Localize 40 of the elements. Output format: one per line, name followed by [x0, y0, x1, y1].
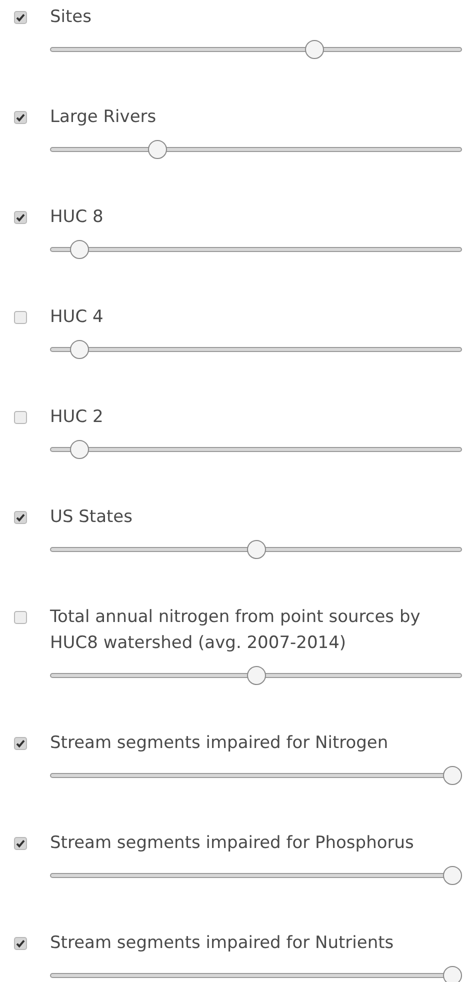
slider-thumb[interactable] — [305, 40, 324, 59]
checkbox[interactable] — [14, 311, 27, 324]
layer-label: Sites — [50, 6, 92, 29]
checkbox[interactable] — [14, 411, 27, 424]
opacity-slider[interactable] — [50, 240, 462, 260]
checkbox[interactable] — [14, 837, 27, 850]
opacity-slider[interactable] — [50, 866, 462, 886]
slider-thumb[interactable] — [246, 540, 266, 559]
opacity-slider[interactable] — [50, 666, 462, 686]
slider-thumb[interactable] — [443, 966, 462, 982]
opacity-slider[interactable] — [50, 340, 462, 360]
layer-label: Stream segments impaired for Phosphorus — [50, 832, 414, 855]
layer-label: HUC 8 — [50, 206, 104, 229]
opacity-slider[interactable] — [50, 966, 462, 982]
layer-label: Total annual nitrogen from point sources by HUC8 watershed (avg. 2007-2014) — [50, 606, 422, 655]
checkbox[interactable] — [14, 211, 27, 224]
layer-label: HUC 4 — [50, 306, 104, 329]
checkbox[interactable] — [14, 511, 27, 524]
checkbox[interactable] — [14, 937, 27, 950]
checkbox[interactable] — [14, 611, 27, 624]
checkbox[interactable] — [14, 11, 27, 24]
layer-label: Stream segments impaired for Nutrients — [50, 932, 394, 955]
slider-thumb[interactable] — [443, 766, 462, 785]
opacity-slider[interactable] — [50, 440, 462, 460]
slider-thumb[interactable] — [70, 240, 89, 259]
slider-thumb[interactable] — [148, 140, 168, 159]
checkbox[interactable] — [14, 111, 27, 124]
opacity-slider[interactable] — [50, 40, 462, 60]
opacity-slider[interactable] — [50, 540, 462, 560]
slider-thumb[interactable] — [246, 666, 266, 685]
layer-label: Stream segments impaired for Nitrogen — [50, 732, 388, 755]
opacity-slider[interactable] — [50, 140, 462, 160]
layer-label: Large Rivers — [50, 106, 156, 129]
opacity-slider[interactable] — [50, 766, 462, 786]
slider-thumb[interactable] — [443, 866, 462, 885]
layer-label: US States — [50, 506, 132, 529]
layer-label: HUC 2 — [50, 406, 104, 429]
checkbox[interactable] — [14, 737, 27, 750]
slider-thumb[interactable] — [70, 340, 89, 359]
slider-thumb[interactable] — [70, 440, 89, 459]
